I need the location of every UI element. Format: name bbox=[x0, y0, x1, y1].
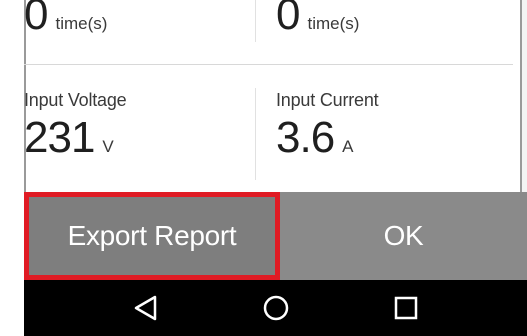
system-navigation-bar bbox=[24, 280, 527, 336]
column-divider bbox=[255, 0, 256, 42]
input-voltage: Input Voltage 231 V bbox=[24, 90, 254, 190]
count-left: 0 time(s) bbox=[24, 0, 254, 46]
home-button[interactable] bbox=[236, 280, 316, 336]
home-circle-icon bbox=[263, 295, 289, 321]
count-left-unit: time(s) bbox=[55, 14, 108, 33]
back-button[interactable] bbox=[106, 280, 186, 336]
action-bar: Export Report OK bbox=[24, 192, 527, 280]
ok-button[interactable]: OK bbox=[280, 192, 527, 280]
count-left-value: 0 bbox=[24, 0, 49, 39]
export-report-button[interactable]: Export Report bbox=[24, 192, 280, 280]
recent-apps-button[interactable] bbox=[366, 280, 446, 336]
count-right-value: 0 bbox=[276, 0, 301, 39]
input-current-value: 3.6 bbox=[276, 113, 335, 162]
back-triangle-icon bbox=[134, 295, 157, 321]
recent-apps-square-icon bbox=[394, 296, 418, 320]
input-current-unit: A bbox=[342, 137, 354, 156]
row-divider bbox=[24, 64, 513, 65]
input-current: Input Current 3.6 A bbox=[276, 90, 506, 190]
panel-edge bbox=[522, 0, 527, 192]
count-right: 0 time(s) bbox=[276, 0, 506, 46]
input-voltage-label: Input Voltage bbox=[24, 90, 127, 110]
app-screen: 0 time(s) 0 time(s) Input Voltage 231 V Inp… bbox=[0, 0, 527, 336]
screen-margin bbox=[0, 0, 24, 190]
input-voltage-value: 231 bbox=[24, 113, 95, 162]
column-divider bbox=[255, 88, 256, 180]
count-right-unit: time(s) bbox=[307, 14, 360, 33]
screen-margin-bottom bbox=[0, 192, 24, 336]
input-current-label: Input Current bbox=[276, 90, 379, 110]
input-voltage-unit: V bbox=[102, 137, 114, 156]
